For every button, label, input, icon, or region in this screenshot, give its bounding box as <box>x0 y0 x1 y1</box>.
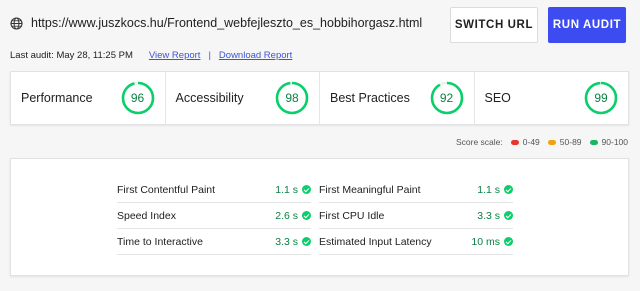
pass-check-icon <box>302 237 311 246</box>
legend-pass-label: 90-100 <box>601 137 628 147</box>
score-card-accessibility[interactable]: Accessibility 98 <box>166 72 320 124</box>
metric-value-text: 2.6 s <box>275 209 298 222</box>
score-gauge: 92 <box>430 81 464 115</box>
legend-average-label: 50-89 <box>559 137 582 147</box>
legend-fail-label: 0-49 <box>522 137 540 147</box>
score-gauge: 96 <box>121 81 155 115</box>
pass-check-icon <box>504 185 513 194</box>
url-row: https://www.juszkocs.hu/Frontend_webfejl… <box>10 16 422 30</box>
metric-name: Time to Interactive <box>117 235 203 248</box>
score-label: SEO <box>484 91 511 105</box>
last-audit-text: Last audit: May 28, 11:25 PM <box>10 50 133 61</box>
pass-check-icon <box>504 211 513 220</box>
download-report-link[interactable]: Download Report <box>219 50 292 61</box>
metrics-panel: First Contentful Paint 1.1 s Speed Index 2.… <box>10 158 629 276</box>
metric-value-text: 3.3 s <box>477 209 500 222</box>
score-gauge: 99 <box>584 81 618 115</box>
switch-url-button[interactable]: SWITCH URL <box>450 7 538 43</box>
metric-name: Speed Index <box>117 209 176 222</box>
metric-row: Speed Index 2.6 s <box>117 203 311 229</box>
metric-name: First Contentful Paint <box>117 183 216 196</box>
metric-row: First CPU Idle 3.3 s <box>319 203 513 229</box>
metric-value: 10 ms <box>471 236 513 248</box>
score-value: 92 <box>439 91 454 105</box>
metric-name: Estimated Input Latency <box>319 235 432 248</box>
metric-value: 1.1 s <box>275 184 311 196</box>
metric-value-text: 1.1 s <box>275 183 298 196</box>
audit-meta: Last audit: May 28, 11:25 PM View Report… <box>10 50 292 61</box>
globe-icon <box>10 16 23 30</box>
metric-value: 2.6 s <box>275 210 311 222</box>
score-value: 98 <box>285 91 299 105</box>
audit-header: https://www.juszkocs.hu/Frontend_webfejl… <box>0 0 640 80</box>
metric-value-text: 1.1 s <box>477 183 500 196</box>
legend-average-dot <box>547 139 556 145</box>
score-scale-legend: Score scale: 0-49 50-89 90-100 <box>456 137 628 147</box>
score-card-performance[interactable]: Performance 96 <box>11 72 166 124</box>
legend-fail-dot <box>510 139 519 145</box>
pass-check-icon <box>302 185 311 194</box>
run-audit-button[interactable]: RUN AUDIT <box>548 7 626 43</box>
score-card-best-practices[interactable]: Best Practices 92 <box>320 72 475 124</box>
metric-value-text: 10 ms <box>471 235 500 248</box>
score-label: Best Practices <box>330 91 410 105</box>
score-summary: Performance 96 Accessibility 98 Best Practic… <box>10 71 629 125</box>
pass-check-icon <box>302 211 311 220</box>
score-label: Accessibility <box>175 91 244 105</box>
metric-value: 3.3 s <box>275 236 311 248</box>
legend-pass-dot <box>589 139 598 145</box>
metric-row: Time to Interactive 3.3 s <box>117 229 311 255</box>
metric-row: Estimated Input Latency 10 ms <box>319 229 513 255</box>
metric-name: First Meaningful Paint <box>319 183 421 196</box>
legend-title: Score scale: <box>455 137 503 147</box>
score-value: 99 <box>594 91 608 105</box>
metric-value: 3.3 s <box>477 210 513 222</box>
metrics-column-left: First Contentful Paint 1.1 s Speed Index 2.… <box>117 177 311 255</box>
score-label: Performance <box>21 91 93 105</box>
pass-check-icon <box>504 237 513 246</box>
audited-url: https://www.juszkocs.hu/Frontend_webfejl… <box>31 16 423 30</box>
link-separator: | <box>208 50 211 61</box>
metric-name: First CPU Idle <box>319 209 385 222</box>
metrics-column-right: First Meaningful Paint 1.1 s First CPU Idl… <box>319 177 513 255</box>
metric-value: 1.1 s <box>477 184 513 196</box>
view-report-link[interactable]: View Report <box>149 50 201 61</box>
score-card-seo[interactable]: SEO 99 <box>475 72 629 124</box>
score-value: 96 <box>130 91 145 105</box>
metric-row: First Contentful Paint 1.1 s <box>117 177 311 203</box>
score-gauge: 98 <box>275 81 309 115</box>
metric-row: First Meaningful Paint 1.1 s <box>319 177 513 203</box>
metric-value-text: 3.3 s <box>275 235 298 248</box>
